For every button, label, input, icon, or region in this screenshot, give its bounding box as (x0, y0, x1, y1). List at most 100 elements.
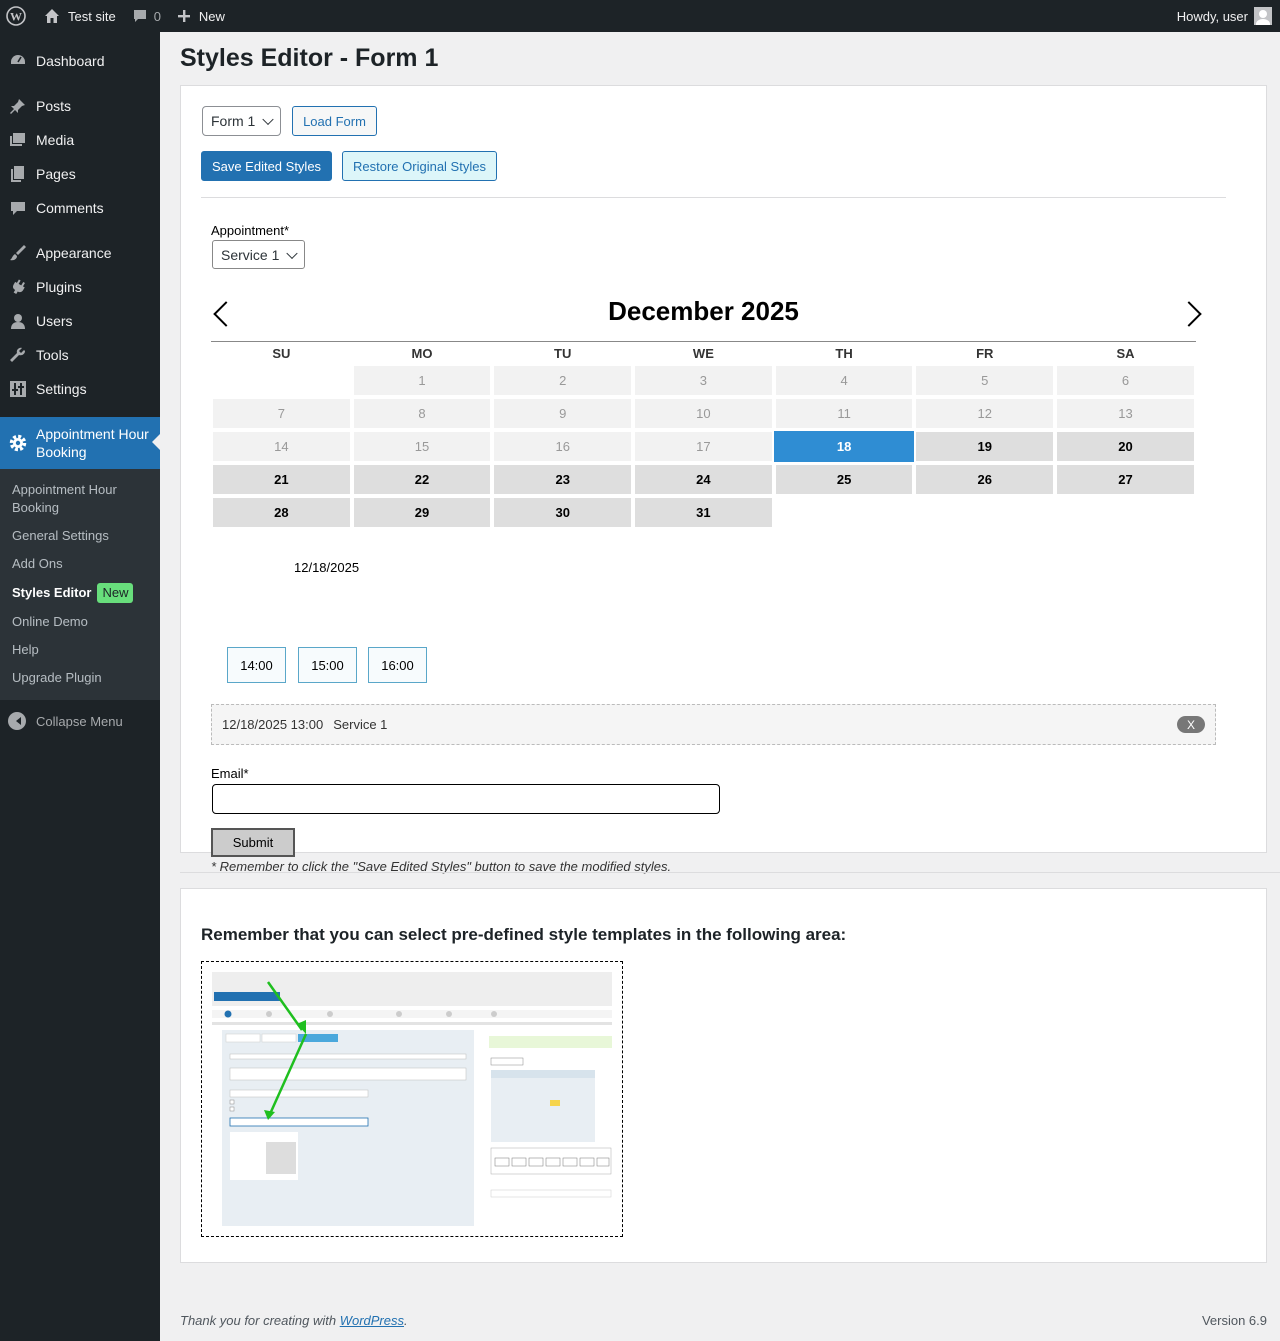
weekday-label: SU (272, 346, 291, 361)
sidebar-item-plugins[interactable]: Plugins (0, 270, 160, 304)
calendar-day[interactable]: 24 (635, 465, 772, 494)
home-icon (44, 8, 60, 24)
sidebar-item-appearance[interactable]: Appearance (0, 236, 160, 270)
submenu: Appointment Hour Booking General Setting… (0, 469, 160, 700)
calendar-day: 11 (775, 399, 913, 428)
weekday-label: TU (554, 346, 572, 361)
my-account-link[interactable]: Howdy, user (1169, 0, 1280, 32)
remove-appointment-button[interactable]: X (1177, 716, 1205, 733)
time-slot-1500[interactable]: 15:00 (298, 647, 357, 683)
dashboard-icon (8, 51, 28, 71)
plug-icon (8, 277, 28, 297)
sidebar-item-tools[interactable]: Tools (0, 338, 160, 372)
calendar-day: 2 (494, 366, 632, 395)
calendar-day: 8 (353, 399, 491, 428)
comments-count: 0 (153, 8, 161, 24)
weekday-header: SU MO TU WE TH FR SA (211, 344, 1196, 364)
submenu-item-upgrade-plugin[interactable]: Upgrade Plugin (0, 664, 160, 692)
save-edited-styles-button[interactable]: Save Edited Styles (201, 151, 332, 181)
weekday-label: FR (976, 346, 994, 361)
new-label: New (198, 8, 225, 24)
calendar-day[interactable]: 26 (916, 465, 1054, 494)
calendar-day[interactable]: 18 (773, 431, 915, 462)
calendar-day: 17 (635, 432, 772, 461)
sidebar-item-label: Settings (36, 381, 87, 397)
calendar-day[interactable]: 28 (213, 498, 350, 527)
email-label: Email* (211, 766, 249, 781)
templates-panel: Remember that you can select pre-defined… (180, 888, 1267, 1263)
admin-sidebar: Dashboard Posts Media Pages Comments App… (0, 32, 160, 1341)
howdy-text: Howdy, user (1176, 8, 1248, 24)
calendar-week: 14 15 16 17 18 19 20 (211, 430, 1196, 463)
wrench-icon (8, 345, 28, 365)
sidebar-item-pages[interactable]: Pages (0, 157, 160, 191)
calendar-day[interactable]: 19 (916, 432, 1054, 461)
brush-icon (8, 243, 28, 263)
divider (201, 197, 1226, 198)
calendar-week: 123456 (211, 364, 1196, 397)
sidebar-item-settings[interactable]: Settings (0, 372, 160, 406)
sidebar-item-comments[interactable]: Comments (0, 191, 160, 225)
calendar-day: 7 (213, 399, 350, 428)
avatar (1254, 7, 1272, 25)
submit-button[interactable]: Submit (211, 828, 295, 857)
weekday-label: TH (835, 346, 853, 361)
wordpress-logo-icon[interactable]: W (0, 0, 36, 32)
time-slot-1600[interactable]: 16:00 (368, 647, 427, 683)
calendar-day[interactable]: 25 (775, 465, 913, 494)
submenu-item-online-demo[interactable]: Online Demo (0, 608, 160, 636)
service-select[interactable]: Service 1 (212, 240, 305, 269)
restore-original-styles-button[interactable]: Restore Original Styles (342, 151, 497, 181)
comment-icon (8, 198, 28, 218)
calendar-day: 3 (635, 366, 772, 395)
calendar-empty-cell (213, 366, 350, 395)
site-name-link[interactable]: Test site (36, 0, 124, 32)
submenu-item-general-settings[interactable]: General Settings (0, 522, 160, 550)
form-select[interactable]: Form 1 (202, 106, 281, 136)
submenu-item-add-ons[interactable]: Add Ons (0, 550, 160, 578)
calendar-title: December 2025 (608, 296, 799, 326)
new-badge: New (97, 583, 134, 603)
calendar-day[interactable]: 20 (1057, 432, 1194, 461)
admin-bar: W Test site 0 New Howdy, user (0, 0, 1280, 32)
calendar-day[interactable]: 23 (494, 465, 632, 494)
calendar-day: 4 (775, 366, 913, 395)
submenu-item-styles-editor[interactable]: Styles Editor New (0, 578, 160, 608)
submenu-item-label: Styles Editor (12, 585, 92, 600)
settings-icon (8, 379, 28, 399)
calendar-day[interactable]: 29 (353, 498, 491, 527)
sidebar-item-users[interactable]: Users (0, 304, 160, 338)
calendar-day: 9 (494, 399, 632, 428)
selected-appointment-datetime: 12/18/2025 13:00 (222, 717, 324, 732)
submenu-item-help[interactable]: Help (0, 636, 160, 664)
calendar-day: 15 (353, 432, 491, 461)
calendar-day[interactable]: 30 (494, 498, 632, 527)
footer-thanks-text: Thank you for creating with (180, 1313, 340, 1328)
new-content-link[interactable]: New (169, 0, 233, 32)
load-form-button[interactable]: Load Form (292, 106, 377, 136)
calendar-day[interactable]: 21 (213, 465, 350, 494)
sidebar-item-posts[interactable]: Posts (0, 89, 160, 123)
calendar-grid: SU MO TU WE TH FR SA 1 2 3 4 5 6 7 8 9 10 11 12 13 14 15 16 17… (211, 344, 1196, 529)
wordpress-link[interactable]: WordPress (340, 1313, 404, 1328)
calendar-day[interactable]: 27 (1057, 465, 1194, 494)
plus-icon (177, 9, 191, 23)
sidebar-item-label: Appointment Hour Booking (36, 426, 149, 460)
sidebar-item-dashboard[interactable]: Dashboard (0, 44, 160, 78)
calendar-week: 7 8 9 10 11 12 13 (211, 397, 1196, 430)
email-field[interactable] (212, 784, 720, 814)
sidebar-item-appointment-hour-booking[interactable]: Appointment Hour Booking (0, 417, 160, 469)
calendar-day[interactable]: 22 (353, 465, 491, 494)
chevron-down-icon (286, 247, 298, 259)
pin-icon (8, 96, 28, 116)
footer-version: Version 6.9 (1201, 1313, 1267, 1328)
sidebar-item-label: Dashboard (36, 53, 105, 69)
time-slot-1400[interactable]: 14:00 (227, 647, 286, 683)
comments-link[interactable]: 0 (124, 0, 169, 32)
calendar-day[interactable]: 31 (635, 498, 772, 527)
footer-thanks: Thank you for creating with WordPress. (180, 1313, 408, 1328)
templates-heading: Remember that you can select pre-defined… (201, 925, 847, 944)
collapse-menu-button[interactable]: Collapse Menu (0, 704, 160, 738)
sidebar-item-media[interactable]: Media (0, 123, 160, 157)
submenu-item-appointment-hour-booking[interactable]: Appointment Hour Booking (0, 476, 160, 522)
